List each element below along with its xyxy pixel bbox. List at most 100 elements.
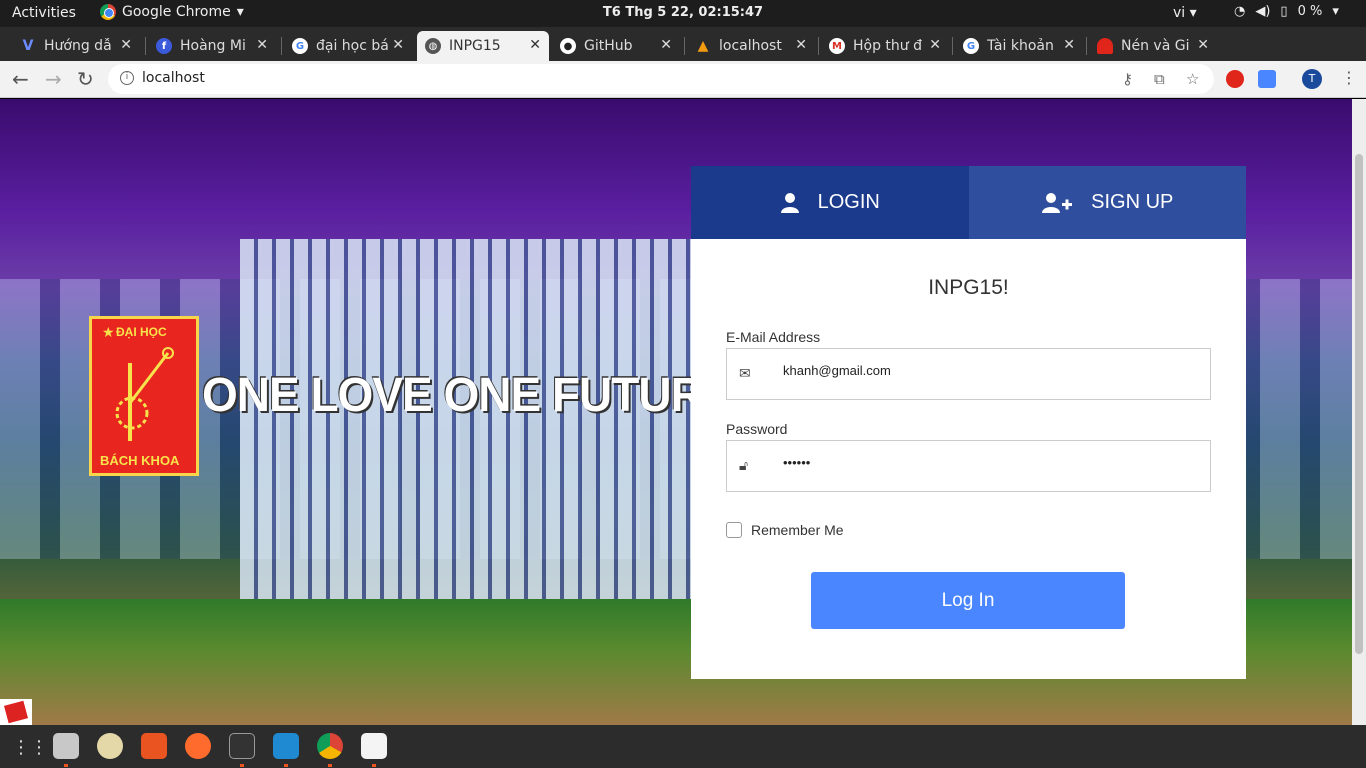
- password-field[interactable]: 🔓︎: [726, 440, 1211, 492]
- tab-title: INPG15: [449, 38, 501, 54]
- tab-login[interactable]: LOGIN: [691, 166, 969, 239]
- corner-app-icon[interactable]: [0, 699, 32, 725]
- login-button[interactable]: Log In: [811, 572, 1125, 629]
- software-center-icon[interactable]: [141, 733, 167, 759]
- browser-tab[interactable]: G đại học bá ✕: [284, 31, 412, 61]
- translate-icon[interactable]: ⧉: [1154, 70, 1165, 88]
- google-icon: G: [963, 38, 979, 54]
- battery-icon: ▯: [1280, 4, 1288, 19]
- menu-icon[interactable]: ⋮: [1341, 68, 1357, 87]
- back-button[interactable]: ←: [12, 67, 29, 91]
- globe-icon: ◍: [425, 38, 441, 54]
- page-scrollbar[interactable]: [1352, 99, 1366, 725]
- remember-me[interactable]: Remember Me: [726, 522, 844, 538]
- files-icon[interactable]: [53, 733, 79, 759]
- browser-tab-strip: V Hướng dẫ ✕ f Hoàng Mi ✕ G đại học bá ✕…: [0, 27, 1366, 81]
- close-icon[interactable]: ✕: [120, 37, 132, 53]
- browser-tab[interactable]: ● GitHub ✕: [552, 31, 680, 61]
- reload-button[interactable]: ↻: [77, 67, 94, 91]
- logo-bottom-text: BÁCH KHOA: [100, 453, 180, 468]
- terminal-icon[interactable]: [229, 733, 255, 759]
- slogan-text: ONE LOVE ONE FUTURE: [202, 366, 733, 422]
- translate-extension-icon[interactable]: [1258, 70, 1276, 88]
- browser-tab[interactable]: G Tài khoản ✕: [955, 31, 1083, 61]
- volume-icon: ◀): [1255, 4, 1271, 19]
- clock[interactable]: T6 Thg 5 22, 02:15:47: [603, 5, 763, 20]
- tab-title: GitHub: [584, 38, 633, 54]
- logo-top-text: ĐẠI HỌC: [116, 325, 167, 339]
- wifi-icon: ◔: [1234, 4, 1246, 19]
- v-favicon-icon: V: [22, 38, 34, 54]
- app-name: Google Chrome: [122, 4, 231, 20]
- browser-tab-active[interactable]: ◍ INPG15 ✕: [417, 31, 549, 61]
- tab-title: đại học bá: [316, 38, 389, 54]
- close-icon[interactable]: ✕: [660, 37, 672, 53]
- browser-tab[interactable]: f Hoàng Mi ✕: [148, 31, 276, 61]
- browser-tab[interactable]: V Hướng dẫ ✕: [12, 31, 140, 61]
- add-user-icon: [1042, 192, 1073, 213]
- remember-label: Remember Me: [751, 522, 844, 538]
- password-input[interactable]: [783, 455, 1183, 470]
- battery-level: 0 %: [1297, 4, 1323, 19]
- profile-avatar[interactable]: T: [1302, 69, 1322, 89]
- form-title: INPG15!: [928, 276, 1009, 299]
- webcam-icon[interactable]: [97, 733, 123, 759]
- url-text: localhost: [142, 70, 205, 86]
- email-input[interactable]: [783, 363, 1183, 378]
- browser-tab[interactable]: Nén và Gi ✕: [1089, 31, 1217, 61]
- tab-signup-label: SIGN UP: [1091, 191, 1174, 213]
- chevron-down-icon: ▾: [1332, 4, 1339, 19]
- auth-tabs: LOGIN SIGN UP: [691, 166, 1246, 239]
- tab-login-label: LOGIN: [817, 191, 880, 213]
- key-icon[interactable]: ⚷: [1122, 70, 1133, 88]
- university-logo: ★ ĐẠI HỌC BÁCH KHOA: [89, 316, 199, 476]
- tab-title: Hộp thư đ: [853, 38, 923, 54]
- login-card: LOGIN SIGN UP INPG15! E-Mail Address ✉ P…: [691, 166, 1246, 679]
- logo-emblem-icon: [115, 347, 174, 441]
- text-editor-icon[interactable]: [361, 733, 387, 759]
- close-icon[interactable]: ✕: [256, 37, 268, 53]
- tab-title: Tài khoản: [987, 38, 1054, 54]
- star-icon: ★: [102, 325, 115, 341]
- tab-title: localhost: [719, 38, 782, 54]
- cloud-icon: [1097, 38, 1113, 54]
- background-building-facade: [240, 239, 700, 619]
- xampp-icon: ▲: [697, 38, 709, 54]
- chrome-dock-icon[interactable]: [317, 733, 343, 759]
- tab-title: Hoàng Mi: [180, 38, 246, 54]
- adblock-extension-icon[interactable]: [1226, 70, 1244, 88]
- tab-title: Nén và Gi: [1121, 38, 1190, 54]
- gmail-icon: M: [829, 38, 845, 54]
- browser-tab[interactable]: ▲ localhost ✕: [687, 31, 815, 61]
- envelope-icon: ✉: [739, 366, 751, 382]
- email-field[interactable]: ✉: [726, 348, 1211, 400]
- remember-checkbox[interactable]: [726, 522, 742, 538]
- close-icon[interactable]: ✕: [1197, 37, 1209, 53]
- email-label: E-Mail Address: [726, 329, 821, 345]
- forward-button[interactable]: →: [45, 67, 62, 91]
- close-icon[interactable]: ✕: [929, 37, 941, 53]
- tab-signup[interactable]: SIGN UP: [968, 166, 1246, 239]
- google-icon: G: [292, 38, 308, 54]
- activities-button[interactable]: Activities: [12, 5, 76, 21]
- close-icon[interactable]: ✕: [795, 37, 807, 53]
- page-content: ★ ĐẠI HỌC BÁCH KHOA ONE LOVE ONE FUTURE …: [0, 99, 1366, 725]
- user-icon: [780, 192, 799, 213]
- browser-tab[interactable]: M Hộp thư đ ✕: [821, 31, 949, 61]
- app-menu[interactable]: Google Chrome ▾: [100, 4, 244, 20]
- system-tray[interactable]: ◔ ◀) ▯ 0 % ▾: [1234, 4, 1339, 19]
- system-top-bar: Activities Google Chrome ▾ T6 Thg 5 22, …: [0, 0, 1366, 27]
- info-icon[interactable]: i: [120, 71, 134, 85]
- bookmark-star-icon[interactable]: ☆: [1186, 70, 1199, 88]
- language-label: vi: [1173, 5, 1186, 21]
- vscode-icon[interactable]: [273, 733, 299, 759]
- close-icon[interactable]: ✕: [392, 37, 404, 53]
- taskbar-dock: ⋮⋮⋮: [0, 725, 1366, 768]
- chrome-icon: [100, 4, 116, 20]
- address-bar[interactable]: i localhost ⚷ ⧉ ☆: [108, 64, 1214, 94]
- postman-icon[interactable]: [185, 733, 211, 759]
- scrollbar-thumb[interactable]: [1355, 154, 1363, 654]
- language-indicator[interactable]: vi ▾: [1173, 5, 1197, 21]
- close-icon[interactable]: ✕: [529, 37, 541, 53]
- close-icon[interactable]: ✕: [1063, 37, 1075, 53]
